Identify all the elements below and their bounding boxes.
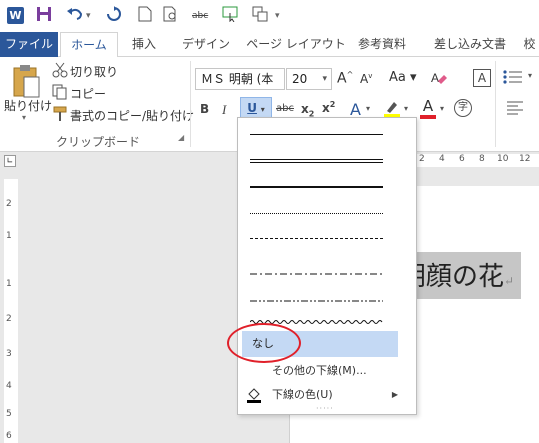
- layout-icon[interactable]: [252, 6, 268, 26]
- text-effects-dropdown-icon[interactable]: ▾: [366, 104, 370, 113]
- group-separator: [495, 61, 496, 147]
- italic-icon[interactable]: I: [222, 102, 226, 118]
- align-left-icon[interactable]: [506, 101, 524, 117]
- underline-dashed-option[interactable]: [250, 238, 383, 239]
- tab-mailings[interactable]: 差し込み文書: [424, 32, 516, 57]
- cut-button-label[interactable]: 切り取り: [70, 63, 118, 80]
- underline-color-label: 下線の色(U): [272, 388, 333, 401]
- font-color-dropdown-icon[interactable]: ▾: [440, 104, 444, 113]
- paint-bucket-icon: [246, 387, 262, 403]
- font-size-combobox[interactable]: 20 ▾: [286, 68, 332, 90]
- tab-references[interactable]: 参考資料: [352, 32, 412, 57]
- print-preview-icon[interactable]: [163, 6, 179, 26]
- format-painter-label[interactable]: 書式のコピー/貼り付け: [70, 107, 194, 124]
- change-case-icon[interactable]: Aa ▾: [389, 70, 417, 85]
- ruler-mark: 12: [519, 154, 531, 164]
- highlight-color-icon[interactable]: [382, 99, 402, 119]
- tab-page-layout[interactable]: ページ レイアウト: [246, 32, 346, 57]
- ribbon-tabs: ファイル ホーム 挿入 デザイン ページ レイアウト 参考資料 差し込み文書 校: [0, 32, 539, 58]
- bullets-dropdown-icon[interactable]: ▾: [528, 71, 532, 80]
- underline-dotted-option[interactable]: [250, 213, 383, 214]
- ruler-mark: 4: [6, 381, 12, 391]
- new-document-icon[interactable]: [138, 6, 152, 26]
- ruler-mark: 8: [479, 154, 485, 164]
- subscript-icon[interactable]: x2: [301, 102, 314, 118]
- quick-access-toolbar: W ▾ abc ▾: [0, 0, 539, 32]
- ruler-mark: 3: [6, 349, 12, 359]
- font-name-value: ＭＳ 明朝 (本: [201, 72, 274, 86]
- document-text[interactable]: 朝顔の花↵: [400, 256, 514, 293]
- bold-icon[interactable]: B: [200, 102, 209, 116]
- paste-dropdown-icon[interactable]: ▾: [22, 113, 26, 122]
- underline-style-menu: なし その他の下線(M)... 下線の色(U) ▶ ·····: [237, 117, 417, 415]
- clipboard-launcher-icon[interactable]: ◢: [178, 133, 184, 142]
- underline-thick-option[interactable]: [250, 186, 383, 188]
- ruler-area: [4, 179, 18, 443]
- svg-text:A: A: [431, 71, 439, 85]
- tab-selector-icon[interactable]: ∟: [4, 155, 16, 167]
- redo-icon[interactable]: [106, 6, 122, 26]
- underline-button[interactable]: U ▾: [240, 97, 272, 119]
- underline-dropdown-icon[interactable]: ▾: [261, 105, 265, 114]
- font-color-icon[interactable]: A: [418, 97, 438, 119]
- arrow-tool-icon[interactable]: [222, 6, 240, 26]
- clipboard-group-label: クリップボード: [56, 135, 141, 149]
- underline-dash-dot-option[interactable]: [250, 264, 383, 275]
- strikethrough-button-icon[interactable]: abc: [276, 103, 294, 114]
- paste-button-label[interactable]: 貼り付け: [4, 97, 52, 114]
- format-painter-icon[interactable]: [52, 106, 68, 122]
- tab-insert[interactable]: 挿入: [124, 32, 164, 57]
- grow-font-icon[interactable]: A^: [337, 70, 353, 87]
- customize-qat-icon[interactable]: ▾: [275, 6, 280, 26]
- ruler-mark: 6: [6, 431, 12, 441]
- more-underlines-label: その他の下線(M)...: [272, 364, 367, 377]
- save-icon[interactable]: [36, 6, 52, 26]
- character-border-icon[interactable]: A: [473, 69, 491, 87]
- ruler-mark: 4: [439, 154, 445, 164]
- tab-file[interactable]: ファイル: [0, 32, 58, 57]
- copy-icon[interactable]: [52, 84, 68, 100]
- copy-button-label[interactable]: コピー: [70, 85, 106, 102]
- underline-wave-option[interactable]: [249, 314, 383, 324]
- underline-dash-dot-dot-option[interactable]: [250, 291, 383, 302]
- undo-dropdown-icon[interactable]: ▾: [86, 6, 91, 26]
- ruler-mark: 10: [497, 154, 509, 164]
- clear-formatting-icon[interactable]: A: [430, 69, 448, 87]
- submenu-arrow-icon: ▶: [391, 390, 398, 399]
- font-size-dropdown-icon[interactable]: ▾: [322, 69, 327, 89]
- paragraph-mark-icon: ↵: [504, 274, 515, 288]
- superscript-icon[interactable]: x2: [322, 100, 335, 115]
- underline-single-option[interactable]: [250, 134, 383, 135]
- resize-grip-icon[interactable]: ·····: [316, 404, 334, 413]
- word-logo-icon: W: [7, 7, 24, 24]
- ruler-mark: 2: [419, 154, 425, 164]
- tab-design[interactable]: デザイン: [176, 32, 236, 57]
- ruler-mark: 2: [6, 199, 12, 209]
- vertical-ruler: 2 1 1 2 3 4 5 6: [0, 169, 22, 443]
- shrink-font-icon[interactable]: Av: [360, 72, 372, 86]
- tab-review[interactable]: 校: [520, 32, 539, 57]
- underline-icon: U: [247, 101, 257, 115]
- ruler-mark: 1: [6, 231, 12, 241]
- tab-home[interactable]: ホーム: [60, 32, 118, 58]
- enclose-characters-icon[interactable]: 字: [454, 99, 472, 117]
- ruler-mark: 5: [6, 409, 12, 419]
- ruler-mark: 1: [6, 279, 12, 289]
- ruler-mark: 6: [459, 154, 465, 164]
- group-separator: [190, 61, 191, 147]
- ruler-mark: 2: [6, 314, 12, 324]
- bullets-icon[interactable]: [503, 69, 523, 87]
- undo-icon[interactable]: [66, 6, 84, 26]
- underline-double-option[interactable]: [250, 159, 383, 163]
- font-size-value: 20: [292, 72, 308, 86]
- paste-icon[interactable]: [6, 63, 46, 101]
- highlight-annotation-circle: [227, 323, 301, 363]
- strikethrough-icon[interactable]: abc: [192, 6, 208, 26]
- highlight-dropdown-icon[interactable]: ▾: [404, 104, 408, 113]
- cut-icon[interactable]: [52, 62, 68, 78]
- font-name-combobox[interactable]: ＭＳ 明朝 (本: [195, 68, 285, 90]
